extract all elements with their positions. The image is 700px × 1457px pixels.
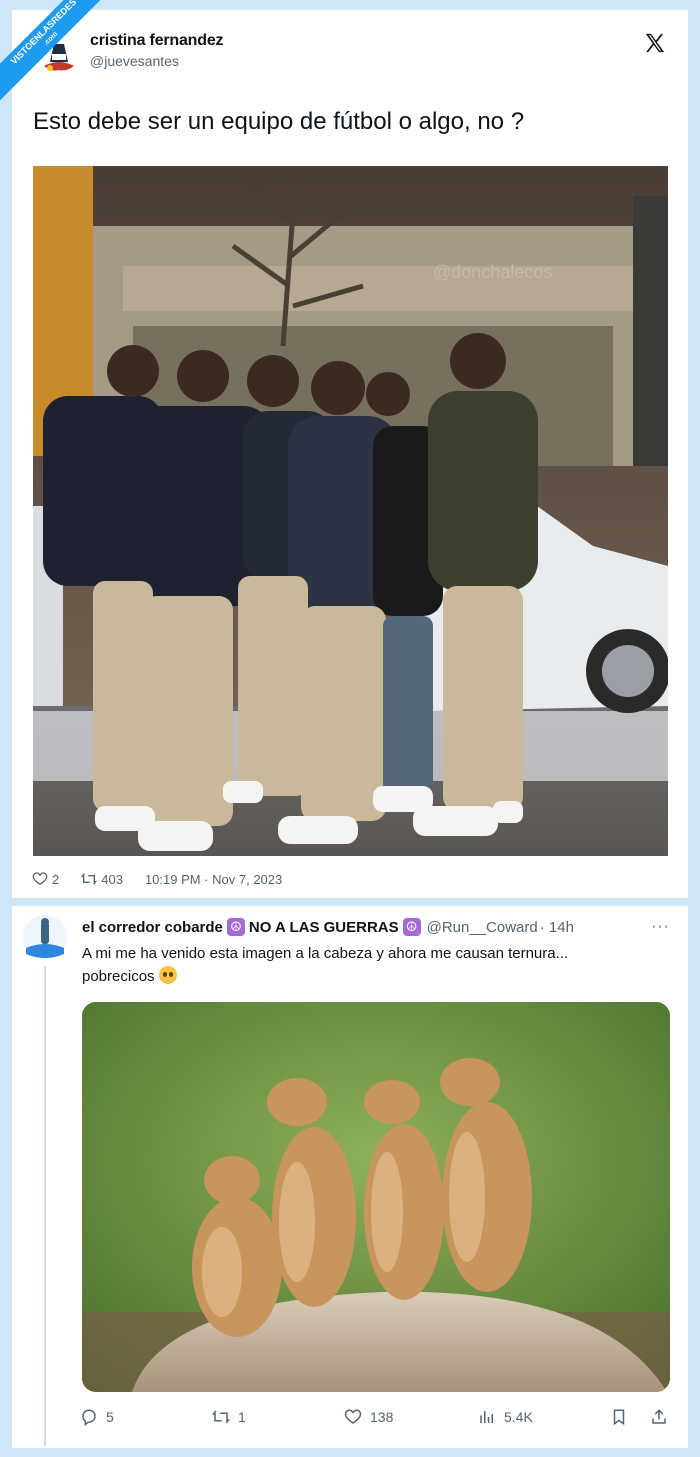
photo-prairie-dogs xyxy=(82,1002,670,1392)
reply-icon xyxy=(82,1409,96,1426)
like-count: 138 xyxy=(370,1409,394,1425)
tweet-text: A mi me ha venido esta imagen a la cabez… xyxy=(82,942,672,988)
reply-header: el corredor cobarde ☮ NO A LAS GUERRAS ☮… xyxy=(82,918,574,936)
retweet-count: 403 xyxy=(101,871,123,887)
like-count: 2 xyxy=(52,871,60,887)
bookmark-icon xyxy=(613,1409,625,1426)
photo-watermark: @donchalecos xyxy=(433,262,552,282)
heart-icon xyxy=(344,1409,362,1424)
photo-group-of-young-men: @donchalecos xyxy=(33,166,668,856)
timestamp[interactable]: 10:19 PM · Nov 7, 2023 xyxy=(145,872,282,887)
retweet-icon xyxy=(212,1410,230,1424)
view-count: 5.4K xyxy=(504,1409,533,1425)
share-button[interactable] xyxy=(650,1408,668,1426)
reply-button[interactable]: 5 xyxy=(80,1408,114,1426)
tweet-photo[interactable]: @donchalecos xyxy=(33,166,668,856)
reply-count: 5 xyxy=(106,1409,114,1425)
pleading-face-icon xyxy=(158,966,177,984)
views-icon xyxy=(480,1411,493,1423)
like-button[interactable]: 138 xyxy=(344,1408,393,1426)
x-logo-icon[interactable] xyxy=(644,32,666,54)
thread-line xyxy=(44,966,46,1446)
time-ago[interactable]: · 14h xyxy=(540,919,574,936)
avatar[interactable] xyxy=(22,914,68,960)
bookmark-button[interactable] xyxy=(610,1408,628,1426)
tweet-meta: 2 403 10:19 PM · Nov 7, 2023 xyxy=(32,871,282,887)
tweet-card-reply: el corredor cobarde ☮ NO A LAS GUERRAS ☮… xyxy=(12,906,688,1448)
retweet-count: 1 xyxy=(238,1409,246,1425)
author-handle[interactable]: @Run__Coward xyxy=(427,919,538,936)
tweet-text-line: pobrecicos xyxy=(82,968,155,985)
author-name[interactable]: cristina fernandez xyxy=(90,32,224,50)
peace-icon: ☮ xyxy=(402,918,421,936)
retweet-icon[interactable] xyxy=(81,871,98,887)
retweet-button[interactable]: 1 xyxy=(212,1408,246,1426)
peace-icon: ☮ xyxy=(226,918,245,936)
heart-icon[interactable] xyxy=(32,871,48,887)
action-bar: 5 1 138 5.4K xyxy=(80,1408,670,1432)
tweet-text: Esto debe ser un equipo de fútbol o algo… xyxy=(33,108,525,135)
author-handle[interactable]: @juevesantes xyxy=(90,53,179,69)
share-icon xyxy=(652,1409,666,1424)
tweet-text-line: A mi me ha venido esta imagen a la cabez… xyxy=(82,945,569,962)
views-button[interactable]: 5.4K xyxy=(478,1408,533,1426)
author-name[interactable]: el corredor cobarde xyxy=(82,919,223,936)
tweet-card-main: cristina fernandez @juevesantes Esto deb… xyxy=(12,10,688,898)
tweet-photo[interactable] xyxy=(82,1002,670,1392)
more-options-button[interactable]: ··· xyxy=(651,918,670,936)
author-name-suffix[interactable]: NO A LAS GUERRAS xyxy=(249,919,399,936)
